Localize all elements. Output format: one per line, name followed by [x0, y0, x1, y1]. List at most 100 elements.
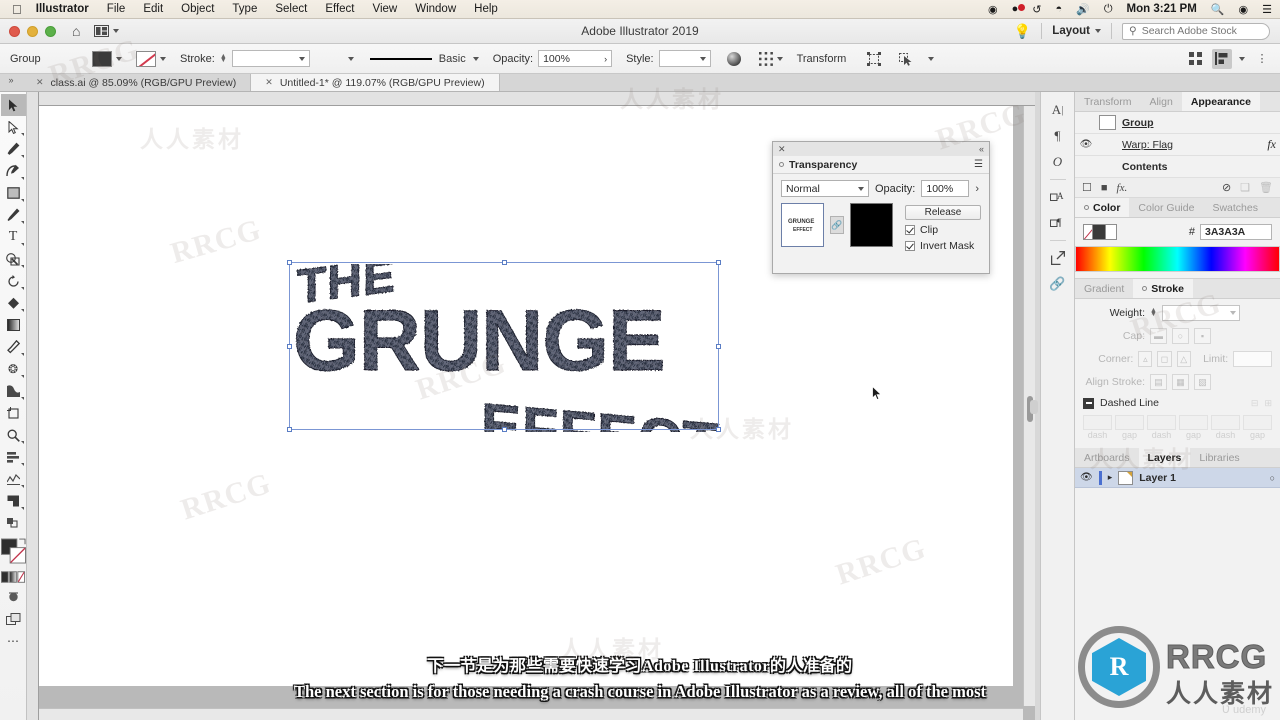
menu-help[interactable]: Help — [474, 3, 498, 15]
resize-handle-mr[interactable] — [716, 344, 721, 349]
resize-handle-tr[interactable] — [716, 260, 721, 265]
curvature-tool[interactable] — [1, 160, 26, 182]
gap-input-1[interactable] — [1115, 415, 1144, 430]
select-similar-icon[interactable] — [896, 49, 916, 69]
miter-join-button[interactable]: ▵ — [1138, 351, 1153, 367]
dash-input-2[interactable] — [1147, 415, 1176, 430]
transparency-opacity-field[interactable]: 100% — [921, 180, 970, 197]
volume-icon[interactable]: 🔊 — [1076, 3, 1090, 16]
chevron-down-icon[interactable] — [699, 56, 706, 61]
round-join-button[interactable]: ◻ — [1157, 351, 1172, 367]
transform-label[interactable]: Transform — [797, 53, 847, 65]
menu-edit[interactable]: Edit — [143, 3, 163, 15]
more-tools-icon[interactable]: ⋯ — [1, 630, 26, 652]
color-fill-swatch[interactable] — [1093, 224, 1106, 240]
horizontal-scrollbar[interactable] — [39, 708, 1023, 720]
stroke-weight-field[interactable] — [231, 50, 310, 67]
drawing-mode-icon[interactable] — [1, 586, 26, 608]
apple-icon[interactable]:  — [12, 3, 22, 16]
paragraph-panel-icon[interactable]: ¶ — [1045, 123, 1071, 149]
dashed-line-checkbox[interactable] — [1083, 397, 1094, 409]
align-stroke-outside-button[interactable]: ▧ — [1194, 374, 1211, 390]
close-icon[interactable]: ✕ — [36, 77, 44, 88]
menu-window[interactable]: Window — [415, 3, 456, 15]
symbol-sprayer-tool[interactable]: ❂ — [1, 358, 26, 380]
align-stroke-center-button[interactable]: ▤ — [1150, 374, 1167, 390]
collapse-panel-icon[interactable]: « — [979, 144, 984, 154]
more-options-icon[interactable]: ⋮ — [1252, 49, 1272, 69]
siri-icon[interactable]: ◉ — [1239, 3, 1249, 16]
distribute-spacing-icon[interactable] — [1185, 49, 1205, 69]
tab-artboards[interactable]: Artboards — [1075, 448, 1139, 467]
free-transform-tool[interactable] — [1, 490, 26, 512]
dash-preserve-exact-icon[interactable]: ⊟ — [1251, 398, 1259, 409]
eye-icon[interactable]: 👁 — [1079, 139, 1093, 150]
clip-checkbox-row[interactable]: Clip — [905, 224, 981, 236]
rotate-tool[interactable] — [1, 270, 26, 292]
close-icon[interactable]: ✕ — [265, 77, 273, 88]
chevron-down-icon[interactable] — [160, 56, 166, 61]
tab-layers[interactable]: Layers — [1138, 448, 1191, 467]
blend-mode-select[interactable]: Normal — [781, 180, 869, 197]
chevron-down-icon[interactable] — [347, 56, 354, 61]
resize-handle-tl[interactable] — [287, 260, 292, 265]
gradient-tool[interactable] — [1, 314, 26, 336]
clip-checkbox[interactable] — [905, 225, 915, 235]
links-icon[interactable]: 🔗 — [1045, 271, 1071, 297]
search-icon[interactable]: 🔍 — [1211, 3, 1225, 16]
tab-transform[interactable]: Transform — [1075, 92, 1140, 111]
tab-libraries[interactable]: Libraries — [1190, 448, 1248, 467]
round-cap-button[interactable]: ○ — [1172, 328, 1189, 344]
chevron-down-icon[interactable] — [1239, 56, 1245, 61]
resize-handle-tc[interactable] — [502, 260, 507, 265]
record-icon[interactable]: ◉ — [988, 3, 998, 16]
chevron-down-icon[interactable] — [1229, 311, 1236, 315]
stroke-color-swatch[interactable] — [136, 50, 156, 67]
character-panel-icon[interactable]: A | — [1045, 97, 1071, 123]
chevron-down-icon[interactable] — [1095, 29, 1101, 33]
screen-mode-icon[interactable] — [1, 608, 26, 630]
chevron-right-icon[interactable]: ▸ — [1108, 472, 1113, 483]
tab-color-guide[interactable]: Color Guide — [1129, 198, 1203, 217]
layer-row[interactable]: 👁 ▸ Layer 1 ○ — [1075, 468, 1280, 488]
perspective-grid-tool[interactable] — [1, 512, 26, 534]
release-button[interactable]: Release — [905, 205, 981, 220]
tab-stroke[interactable]: Stroke — [1133, 279, 1193, 298]
opacity-mask-thumbnail[interactable] — [849, 203, 893, 247]
battery-icon[interactable]: ⏻ — [1104, 3, 1113, 16]
gap-input-2[interactable] — [1179, 415, 1208, 430]
opacity-field[interactable]: 100% › — [538, 50, 613, 67]
add-new-stroke-icon[interactable]: ☐ — [1082, 181, 1092, 194]
graph-tool[interactable] — [1, 446, 26, 468]
transform-grid-icon[interactable] — [758, 51, 773, 66]
eye-icon[interactable]: 👁 — [1080, 472, 1093, 483]
projecting-cap-button[interactable]: ▪ — [1194, 328, 1211, 344]
graphic-style-field[interactable] — [658, 50, 711, 67]
align-stroke-inside-button[interactable]: ▦ — [1172, 374, 1189, 390]
stroke-weight-stepper[interactable]: ▲ ▼ — [220, 53, 227, 64]
duplicate-item-icon[interactable]: ❑ — [1240, 181, 1250, 194]
hex-input[interactable]: 3A3A3A — [1200, 224, 1272, 240]
target-circle-icon[interactable]: ○ — [1270, 473, 1275, 483]
chevron-down-icon[interactable] — [472, 56, 479, 61]
invert-mask-checkbox[interactable] — [905, 241, 915, 251]
fill-color-swatch[interactable] — [92, 50, 112, 67]
transparency-panel[interactable]: ✕ « Transparency ☰ Normal Opacity: 100% … — [772, 141, 990, 274]
stroke-weight-input[interactable] — [1161, 305, 1240, 321]
artboard-tool[interactable] — [1, 402, 26, 424]
direct-selection-tool[interactable] — [1, 116, 26, 138]
opacity-options-icon[interactable]: › — [604, 54, 607, 64]
chevron-down-icon[interactable] — [776, 56, 783, 61]
chevron-down-icon[interactable] — [858, 186, 864, 191]
stroke-weight-stepper[interactable]: ▲ ▼ — [1150, 307, 1157, 318]
bevel-join-button[interactable]: △ — [1176, 351, 1191, 367]
appearance-row-contents[interactable]: Contents — [1075, 156, 1280, 178]
menu-app-name[interactable]: Illustrator — [36, 3, 89, 15]
shape-builder-tool[interactable] — [1, 248, 26, 270]
close-icon[interactable]: ✕ — [778, 144, 786, 155]
menu-effect[interactable]: Effect — [325, 3, 354, 15]
miter-limit-input[interactable] — [1233, 351, 1272, 367]
menu-select[interactable]: Select — [275, 3, 307, 15]
chevron-double-right-icon[interactable]: » — [0, 74, 22, 91]
resize-handle-bl[interactable] — [287, 427, 292, 432]
